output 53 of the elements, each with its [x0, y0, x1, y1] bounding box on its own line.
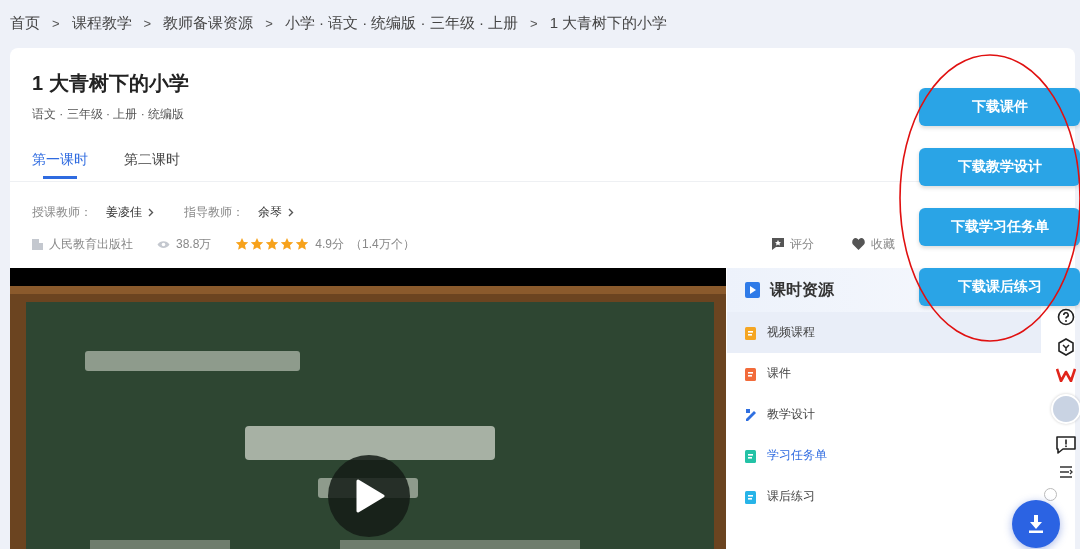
- download-icon: [1028, 515, 1044, 533]
- teacher-label: 指导教师：: [184, 204, 244, 221]
- panel-title: 课时资源: [770, 279, 834, 300]
- lesson-title: 1 大青树下的小学: [32, 71, 189, 96]
- help-icon[interactable]: [1057, 308, 1075, 326]
- chevron-icon: [288, 208, 294, 217]
- tools-icon: [745, 407, 757, 422]
- cube-icon[interactable]: [1057, 338, 1075, 356]
- document-icon: [745, 489, 757, 504]
- breadcrumb-link[interactable]: 课程教学: [71, 13, 132, 33]
- view-count: 38.8万: [176, 235, 212, 253]
- star-icon: [295, 237, 310, 251]
- lesson-meta: 语文 · 三年级 · 上册 · 统编版: [32, 106, 184, 123]
- video-icon: [745, 282, 760, 298]
- star-icon: [280, 237, 295, 251]
- rating-count: （1.4万个）: [350, 235, 415, 253]
- star-icon: [250, 237, 265, 251]
- star-icon: [265, 237, 280, 251]
- lesson-tab[interactable]: 第一课时: [32, 151, 88, 181]
- chevron-icon: [148, 208, 154, 217]
- resource-item[interactable]: 课件: [727, 353, 1041, 394]
- lesson-tab[interactable]: 第二课时: [124, 151, 180, 181]
- breadcrumb-link[interactable]: 1 大青树下的小学: [549, 13, 668, 33]
- eye-icon: [157, 239, 170, 249]
- teacher-label: 授课教师：: [32, 204, 92, 221]
- breadcrumb-separator: >: [530, 15, 538, 31]
- logo-icon[interactable]: [1056, 368, 1076, 382]
- resource-item[interactable]: 教学设计: [727, 394, 1041, 435]
- document-icon: [745, 448, 757, 463]
- teacher-link[interactable]: 余琴: [258, 204, 282, 221]
- publisher-name: 人民教育出版社: [49, 235, 133, 253]
- breadcrumb-separator: >: [52, 15, 60, 31]
- resource-item[interactable]: 课后练习: [727, 476, 1041, 517]
- action-link[interactable]: 收藏: [852, 235, 895, 253]
- breadcrumb-link[interactable]: 教师备课资源: [163, 13, 254, 33]
- list-icon[interactable]: [1059, 466, 1073, 478]
- star-icon: [235, 237, 250, 251]
- building-icon: [32, 238, 43, 250]
- breadcrumb-link[interactable]: 小学 · 语文 · 统编版 · 三年级 · 上册: [284, 13, 519, 33]
- resource-item[interactable]: 视频课程: [727, 312, 1041, 353]
- teacher-link[interactable]: 姜凌佳: [106, 204, 142, 221]
- report-icon[interactable]: [1056, 436, 1076, 454]
- heart-icon: [852, 238, 865, 250]
- play-icon: [355, 479, 385, 513]
- action-link[interactable]: 评分: [772, 235, 814, 253]
- rating-score: 4.9分: [315, 235, 345, 253]
- comment-star-icon: [772, 238, 784, 250]
- document-icon: [745, 325, 757, 340]
- resource-item[interactable]: 学习任务单: [727, 435, 1041, 476]
- breadcrumb-separator: >: [143, 15, 152, 31]
- document-icon: [745, 366, 757, 381]
- breadcrumb-separator: >: [265, 15, 273, 31]
- breadcrumb-link[interactable]: 首页: [10, 13, 40, 33]
